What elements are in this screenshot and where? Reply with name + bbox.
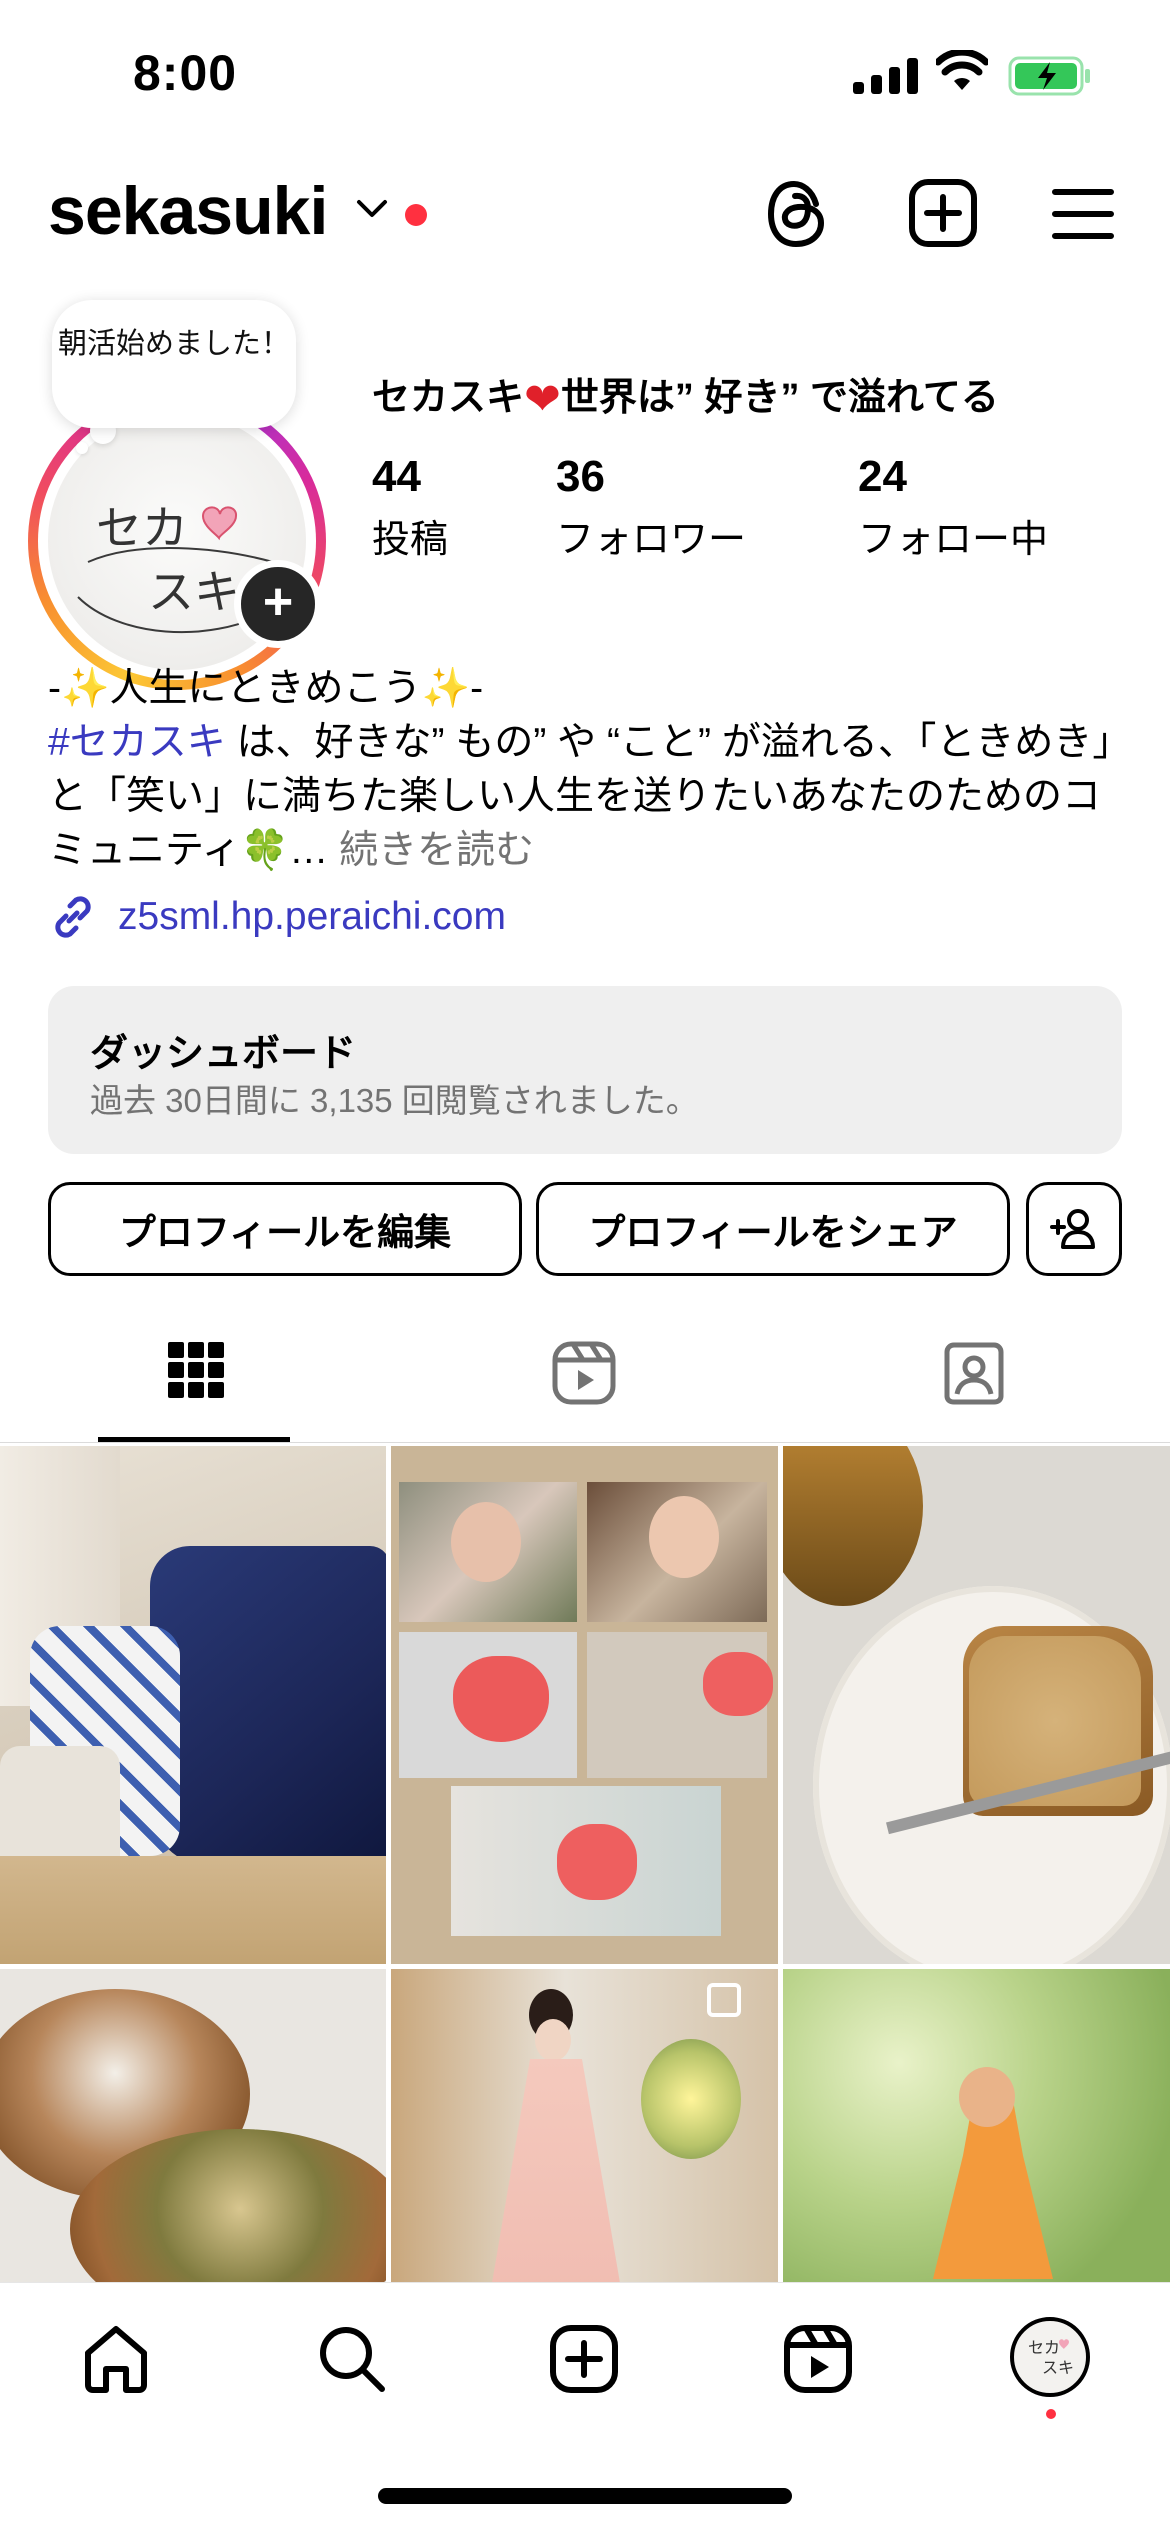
add-person-icon (1050, 1209, 1095, 1249)
post-tile[interactable] (391, 1969, 778, 2282)
post-tile[interactable] (783, 1969, 1170, 2282)
home-icon[interactable] (80, 2323, 152, 2395)
followers-count[interactable]: 36 (556, 452, 605, 502)
profile-link-url[interactable]: z5sml.hp.peraichi.com (118, 895, 506, 939)
cellular-signal-icon (853, 58, 918, 94)
create-post-icon[interactable] (908, 178, 978, 248)
posts-count[interactable]: 44 (372, 452, 421, 502)
bio-hashtag[interactable]: #セカスキ (48, 721, 226, 764)
threads-icon[interactable] (764, 178, 830, 250)
post-tile[interactable] (0, 1446, 386, 1964)
post-tile[interactable] (391, 1446, 778, 1964)
username-switcher[interactable]: sekasuki (48, 172, 328, 250)
profile-avatar-icon[interactable]: セカ スキ (1010, 2317, 1090, 2397)
profile-notification-dot (1046, 2409, 1056, 2419)
professional-dashboard[interactable]: ダッシュボード 過去 30日間に 3,135 回閲覧されました。 (48, 986, 1122, 1154)
edit-profile-button[interactable]: プロフィールを編集 (48, 1182, 522, 1276)
tagged-icon[interactable] (941, 1340, 1007, 1406)
posts-label[interactable]: 投稿 (372, 508, 448, 563)
link-icon (55, 896, 91, 938)
avatar-text-2: スキ (148, 565, 240, 619)
dashboard-subtitle: 過去 30日間に 3,135 回閲覧されました。 (90, 1082, 699, 1119)
profile-bio: -✨人生にときめこう✨- #セカスキ は、好きな” もの” や “こと” が溢れ… (48, 662, 1128, 878)
chevron-down-icon[interactable] (355, 198, 389, 220)
note-bubble-tail-small (76, 442, 88, 454)
create-icon[interactable] (548, 2323, 620, 2395)
nav-avatar-text-2: スキ (1042, 2358, 1074, 2377)
profile-link[interactable]: z5sml.hp.peraichi.com (48, 892, 506, 942)
multiple-photos-icon (707, 1983, 741, 2017)
display-name-part-1: セカスキ (372, 377, 525, 419)
notification-dot (405, 204, 427, 226)
reels-icon[interactable] (551, 1340, 617, 1406)
search-icon[interactable] (316, 2323, 388, 2395)
wifi-icon (936, 50, 988, 90)
dashboard-title: ダッシュボード (90, 1033, 357, 1075)
share-profile-button[interactable]: プロフィールをシェア (536, 1182, 1010, 1276)
grid-icon[interactable] (166, 1340, 226, 1400)
menu-icon[interactable] (1052, 188, 1114, 240)
following-count[interactable]: 24 (858, 452, 907, 502)
battery-charging-icon (1008, 56, 1090, 96)
heart-emoji-icon: ❤ (524, 375, 561, 424)
profile-note-bubble[interactable]: 朝活始めました！ (52, 300, 296, 428)
read-more-link[interactable]: 続きを読む (328, 829, 534, 872)
discover-people-button[interactable] (1026, 1182, 1122, 1276)
following-label[interactable]: フォロー中 (858, 508, 1048, 563)
profile-display-name: セカスキ❤世界は” 好き” で溢れてる (372, 366, 999, 425)
post-tile[interactable] (783, 1446, 1170, 1964)
home-indicator (378, 2488, 792, 2504)
bio-headline: -✨人生にときめこう✨- (48, 667, 484, 710)
add-story-button[interactable]: + (234, 560, 322, 648)
tab-divider (0, 1442, 1170, 1443)
status-time: 8:00 (133, 45, 238, 101)
reels-nav-icon[interactable] (782, 2323, 854, 2395)
display-name-part-2: 世界は” 好き” で溢れてる (560, 377, 999, 419)
nav-avatar-text-1: セカ (1028, 2338, 1060, 2357)
followers-label[interactable]: フォロワー (556, 508, 746, 563)
avatar-text-1: セカ (96, 501, 188, 555)
post-tile[interactable] (0, 1969, 386, 2282)
